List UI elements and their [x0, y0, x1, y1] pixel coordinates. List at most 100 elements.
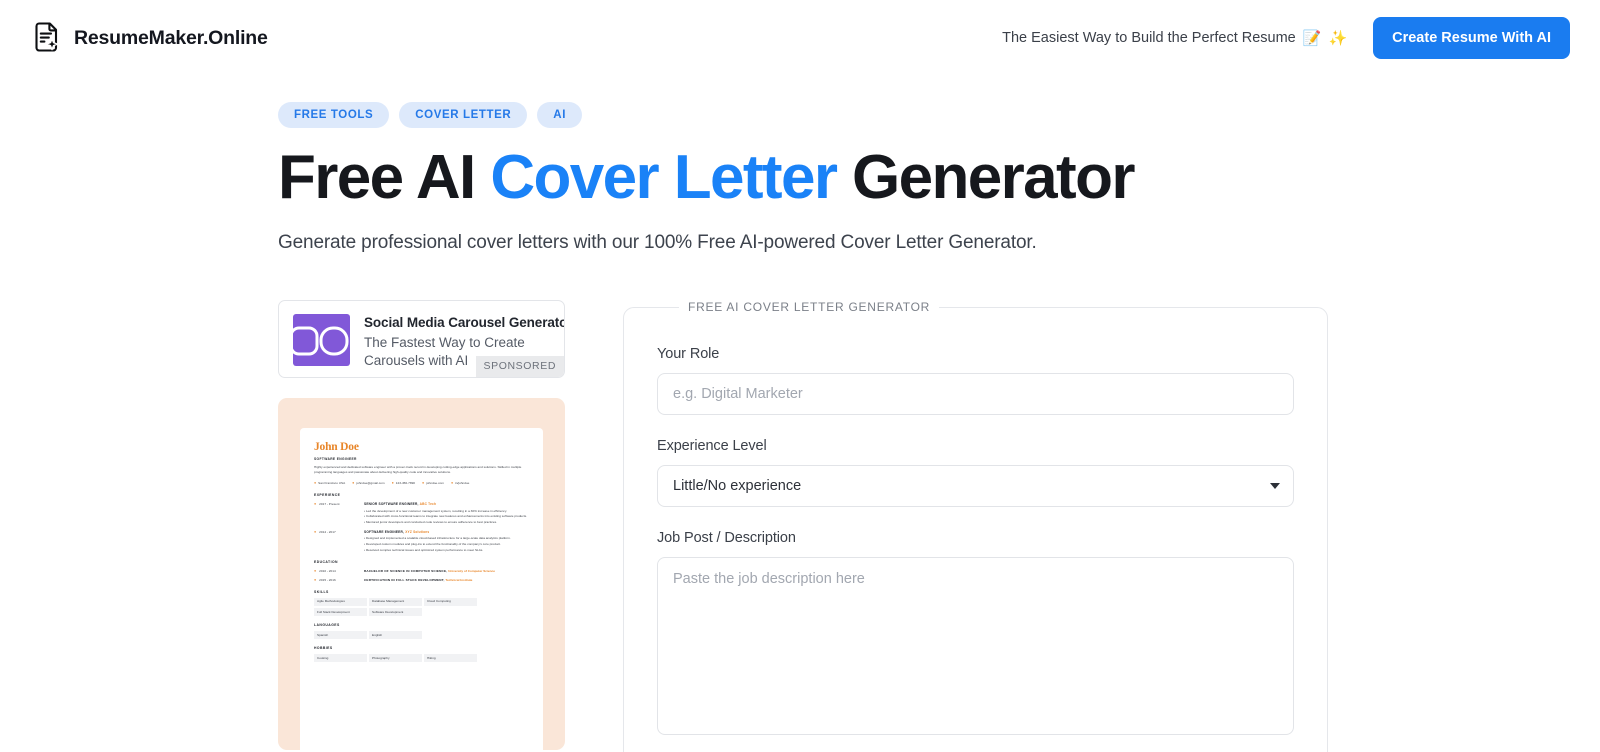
resume-experience-body: SOFTWARE ENGINEER, XYZ Solutions • Desig… [364, 530, 529, 554]
sparkles-icon: ✨ [1328, 29, 1348, 47]
resume-education-date-text: 2010 - 2014 [319, 568, 336, 573]
resume-contact-location-text: San Francisco USA [318, 481, 346, 486]
resume-education-date: ● 2010 - 2014 [314, 569, 360, 574]
resume-hobby-chip: Photography [369, 653, 422, 662]
resume-education-item: ● 2010 - 2014 BACHELOR OF SCIENCE IN COMP… [314, 569, 529, 574]
envelope-icon: ● [352, 480, 355, 485]
resume-experience-title: SOFTWARE ENGINEER, XYZ Solutions [364, 530, 529, 535]
resume-bullet: • Designed and implemented a scalable cl… [364, 536, 511, 541]
resume-section-education: EDUCATION [314, 560, 338, 565]
main-columns: Social Media Carousel Generator The Fast… [278, 300, 1570, 752]
resume-contacts: ● San Francisco USA ● johndoe@gmail.com ● 1… [314, 481, 529, 486]
form-legend: FREE AI COVER LETTER GENERATOR [688, 300, 931, 315]
resume-skill-chip: Agile Methodologies [314, 597, 367, 606]
resume-education-school: Technical Institute [445, 577, 473, 582]
brand-name: ResumeMaker.Online [74, 26, 268, 49]
phone-icon: ● [391, 480, 394, 485]
resume-hobbies-list: Cooking Photography Hiking [314, 653, 529, 662]
bullet-icon: ● [314, 529, 317, 534]
resume-skill-chip: Software Development [369, 607, 422, 616]
linkedin-icon: ● [450, 480, 454, 485]
resume-contact-email-text: johndoe@gmail.com [356, 481, 385, 486]
headline-part-2: Generator [836, 143, 1136, 212]
your-role-input[interactable] [657, 373, 1294, 416]
resume-role: SOFTWARE ENGINEER [314, 456, 357, 461]
resume-section-experience: EXPERIENCE [314, 493, 341, 498]
resume-hobby-chip: Cooking [314, 653, 367, 662]
resume-language-chip: English [369, 630, 422, 639]
resume-preview-frame: John Doe SOFTWARE ENGINEER Highly experi… [278, 398, 565, 751]
job-post-label: Job Post / Description [657, 530, 796, 547]
resume-contact-website: ● johndoe.com [422, 481, 444, 486]
resume-education-title: CERTIFICATION IN FULL STACK DEVELOPMENT, [364, 577, 445, 582]
header-tagline-text: The Easiest Way to Build the Perfect Res… [1002, 30, 1296, 46]
cover-letter-generator-form: FREE AI COVER LETTER GENERATOR Your Role… [623, 300, 1328, 752]
resume-experience-date: ● 2017 - Present [314, 502, 360, 526]
document-sparkle-icon [30, 22, 62, 54]
pill-free-tools[interactable]: FREE TOOLS [278, 102, 390, 128]
sponsored-badge: SPONSORED [475, 356, 564, 378]
resume-skill-chip: Full Stack Development [314, 607, 367, 616]
headline-accent: Cover Letter [490, 143, 838, 212]
resume-experience-bullets: • Led the development of a new customer … [364, 509, 529, 525]
resume-contact-linkedin: ● in/johndoe [451, 481, 469, 486]
carousel-generator-logo-icon [293, 314, 350, 367]
resume-bullet: • Led the development of a new customer … [364, 508, 508, 513]
pill-cover-letter[interactable]: COVER LETTER [399, 102, 528, 128]
create-resume-with-ai-button[interactable]: Create Resume With AI [1373, 17, 1570, 59]
resume-bullet: • Developed custom modules and plug-ins … [364, 542, 501, 547]
resume-experience-body: SENIOR SOFTWARE ENGINEER, ABC Tech • Led… [364, 502, 529, 526]
resume-experience-title-text: SENIOR SOFTWARE ENGINEER, [364, 502, 419, 507]
resume-experience-title-text: SOFTWARE ENGINEER, [364, 529, 405, 534]
bullet-icon: ● [314, 568, 317, 573]
job-post-textarea[interactable] [657, 557, 1294, 736]
resume-section-hobbies: HOBBIES [314, 645, 333, 650]
sponsored-ad-card[interactable]: Social Media Carousel Generator The Fast… [278, 300, 565, 379]
resume-section-skills: SKILLS [314, 589, 329, 594]
resume-section-languages: LANGUAGES [314, 622, 340, 627]
resume-education-date-text: 2015 - 2016 [319, 577, 336, 582]
left-column: Social Media Carousel Generator The Fast… [278, 300, 565, 751]
location-pin-icon: ● [314, 480, 317, 485]
resume-language-chip: Spanish [314, 630, 367, 639]
resume-education-body: CERTIFICATION IN FULL STACK DEVELOPMENT,… [364, 578, 472, 583]
resume-languages-list: Spanish English [314, 630, 529, 639]
category-pills: FREE TOOLS COVER LETTER AI [278, 102, 1570, 128]
resume-name: John Doe [314, 441, 359, 454]
resume-experience-item: ● 2017 - Present SENIOR SOFTWARE ENGINEER… [314, 502, 529, 526]
right-column: FREE AI COVER LETTER GENERATOR Your Role… [623, 300, 1328, 752]
page-title: Free AI Cover Letter Generator [278, 145, 1570, 210]
resume-summary: Highly experienced and dedicated softwar… [314, 465, 522, 475]
resume-experience-date-text: 2017 - Present [319, 502, 340, 507]
field-job-post: Job Post / Description [657, 530, 1294, 740]
bullet-icon: ● [314, 577, 317, 582]
your-role-label: Your Role [657, 346, 720, 363]
resume-preview-sheet: John Doe SOFTWARE ENGINEER Highly experi… [300, 428, 543, 751]
link-icon: ● [422, 480, 425, 485]
resume-experience-title: SENIOR SOFTWARE ENGINEER, ABC Tech [364, 502, 529, 507]
field-experience-level: Experience Level Little/No experience [657, 438, 1294, 508]
resume-education-item: ● 2015 - 2016 CERTIFICATION IN FULL STACK… [314, 578, 529, 583]
resume-hobby-chip: Hiking [424, 653, 477, 662]
resume-experience-item: ● 2014 - 2017 SOFTWARE ENGINEER, XYZ Solu… [314, 530, 529, 554]
bullet-icon: ● [314, 502, 317, 507]
resume-skill-chip: Database Management [369, 597, 422, 606]
resume-bullet: • Resolved complex technical issues and … [364, 547, 484, 552]
resume-contact-linkedin-text: in/johndoe [455, 481, 470, 486]
resume-contact-phone-text: 123-456-7890 [395, 481, 416, 486]
resume-education-body: BACHELOR OF SCIENCE IN COMPUTER SCIENCE,… [364, 569, 495, 574]
resume-contact-website-text: johndoe.com [426, 481, 444, 486]
site-header: ResumeMaker.Online The Easiest Way to Bu… [0, 0, 1600, 76]
resume-contact-location: ● San Francisco USA [314, 481, 345, 486]
resume-bullet: • Collaborated with cross-functional tea… [364, 514, 528, 519]
experience-level-select[interactable]: Little/No experience [657, 465, 1294, 508]
header-tagline: The Easiest Way to Build the Perfect Res… [1002, 30, 1347, 46]
resume-contact-email: ● johndoe@gmail.com [352, 481, 384, 486]
resume-education-school: University of Computer Science [448, 568, 495, 573]
resume-experience-company: XYZ Solutions [405, 529, 430, 534]
page-content: FREE TOOLS COVER LETTER AI Free AI Cover… [0, 102, 1600, 752]
field-your-role: Your Role [657, 346, 1294, 416]
pill-ai[interactable]: AI [537, 102, 582, 128]
resume-bullet: • Mentored junior developers and conduct… [364, 520, 497, 525]
brand-logo[interactable]: ResumeMaker.Online [30, 22, 268, 54]
